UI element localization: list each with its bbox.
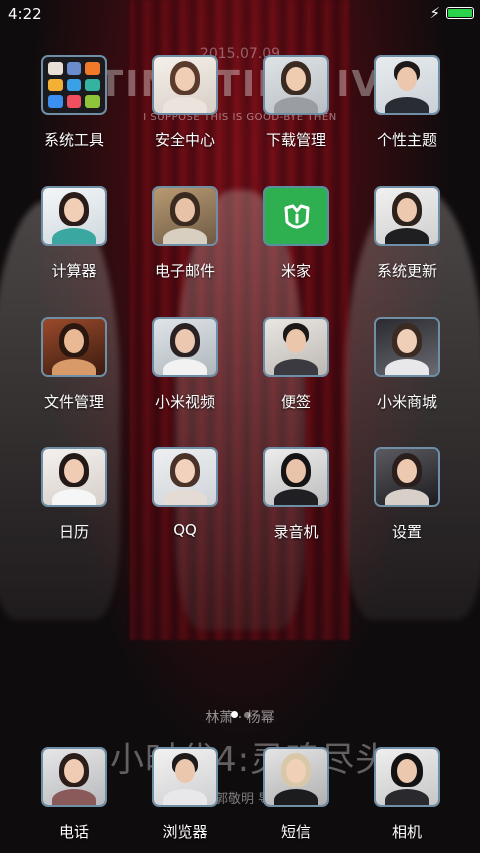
calculator-icon [41, 186, 107, 246]
page-indicator[interactable] [0, 703, 480, 722]
app-label: 设置 [391, 523, 422, 541]
app-mi-store[interactable]: 小米商城 [352, 317, 462, 412]
app-label: 小米视频 [154, 393, 215, 411]
app-download-manager[interactable]: 下载管理 [241, 55, 351, 150]
dock-browser[interactable]: 浏览器 [130, 747, 240, 842]
phone-icon [41, 747, 107, 807]
app-label: 下载管理 [265, 131, 326, 149]
app-label: 小米商城 [376, 393, 437, 411]
notes-icon [263, 317, 329, 377]
security-center-icon [152, 55, 218, 115]
dock-messages[interactable]: 短信 [241, 747, 351, 842]
calendar-icon [41, 447, 107, 507]
app-calculator[interactable]: 计算器 [19, 186, 129, 281]
folder-icon [41, 55, 107, 115]
browser-icon [152, 747, 218, 807]
app-label: 录音机 [273, 523, 319, 541]
app-file-manager[interactable]: 文件管理 [19, 317, 129, 412]
app-label: 电话 [58, 823, 89, 841]
app-system-update[interactable]: 系统更新 [352, 186, 462, 281]
email-icon [152, 186, 218, 246]
page-dot[interactable] [243, 712, 250, 718]
qq-icon [152, 447, 218, 507]
charging-icon: ⚡ [429, 4, 440, 22]
battery-icon [446, 7, 474, 19]
app-label: 计算器 [51, 262, 97, 280]
app-label: 米家 [280, 262, 311, 280]
app-label: 浏览器 [162, 823, 208, 841]
app-label: 便签 [280, 393, 311, 411]
camera-icon [374, 747, 440, 807]
app-notes[interactable]: 便签 [241, 317, 351, 412]
app-mijia[interactable]: 米家 [241, 186, 351, 281]
recorder-icon [263, 447, 329, 507]
status-time: 4:22 [8, 5, 42, 23]
messages-icon [263, 747, 329, 807]
settings-icon [374, 447, 440, 507]
dock-phone[interactable]: 电话 [19, 747, 129, 842]
themes-icon [374, 55, 440, 115]
system-update-icon [374, 186, 440, 246]
app-themes[interactable]: 个性主题 [352, 55, 462, 150]
app-label: 相机 [391, 823, 422, 841]
app-mi-video[interactable]: 小米视频 [130, 317, 240, 412]
app-email[interactable]: 电子邮件 [130, 186, 240, 281]
app-recorder[interactable]: 录音机 [241, 447, 351, 542]
app-settings[interactable]: 设置 [352, 447, 462, 542]
mi-video-icon [152, 317, 218, 377]
app-label: 系统工具 [43, 131, 104, 149]
app-label: 文件管理 [43, 393, 104, 411]
mijia-icon [263, 186, 329, 246]
page-dot-active[interactable] [230, 711, 238, 718]
file-manager-icon [41, 317, 107, 377]
app-label: 电子邮件 [154, 262, 215, 280]
mi-store-icon [374, 317, 440, 377]
app-calendar[interactable]: 日历 [19, 447, 129, 542]
app-label: 个性主题 [376, 131, 437, 149]
app-label: 日历 [58, 523, 89, 541]
app-label: 系统更新 [376, 262, 437, 280]
app-label: QQ [173, 521, 197, 539]
app-security-center[interactable]: 安全中心 [130, 55, 240, 150]
app-system-tools[interactable]: 系统工具 [19, 55, 129, 150]
app-qq[interactable]: QQ [130, 447, 240, 539]
app-label: 短信 [280, 823, 311, 841]
status-bar: 4:22 ⚡ [0, 0, 480, 28]
app-label: 安全中心 [154, 131, 215, 149]
dock-camera[interactable]: 相机 [352, 747, 462, 842]
download-manager-icon [263, 55, 329, 115]
